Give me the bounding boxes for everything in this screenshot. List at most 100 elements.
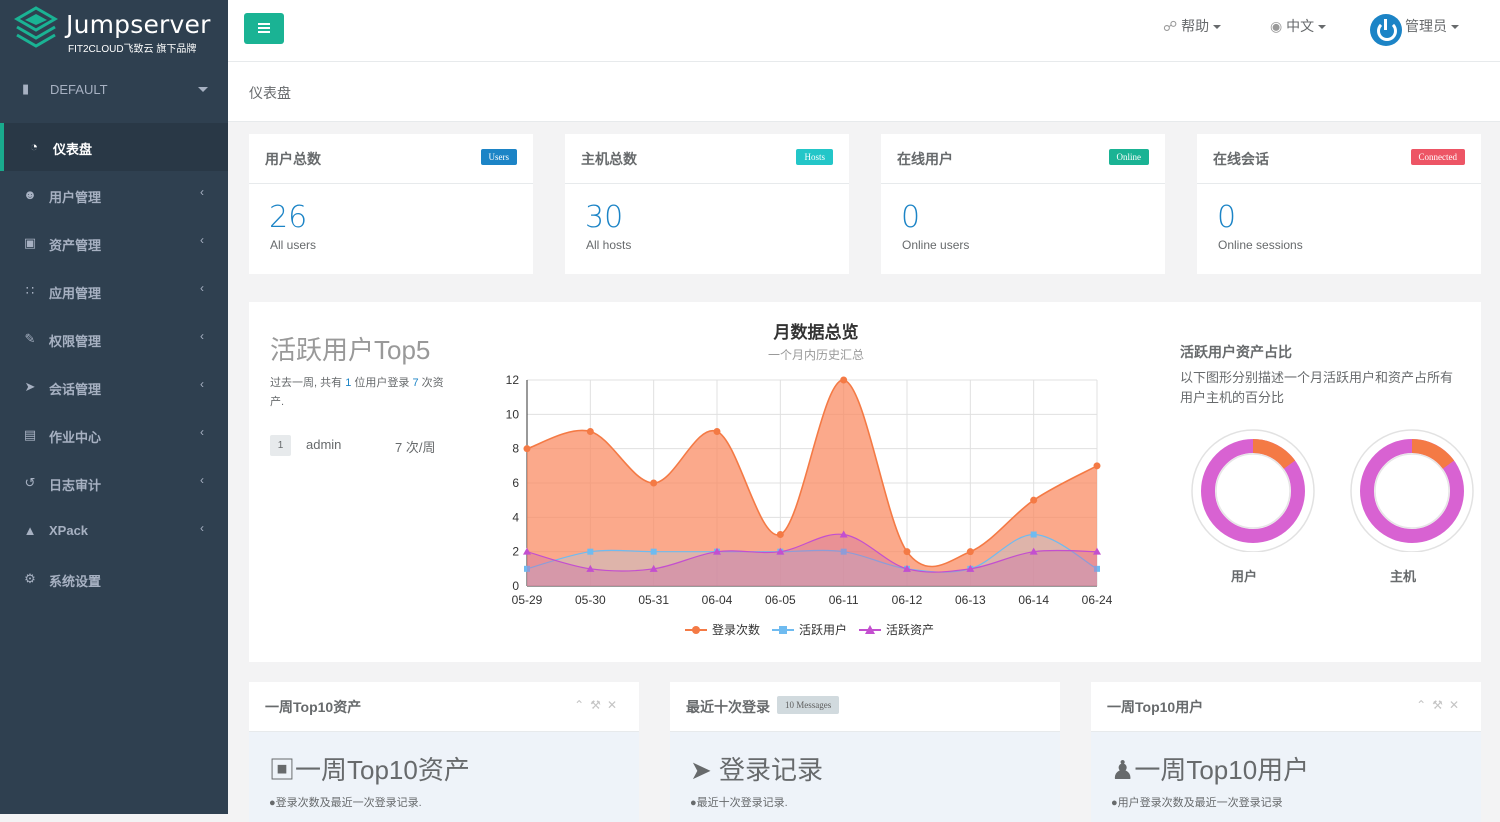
x-tick-label: 06-04 bbox=[702, 593, 733, 607]
chart-subtitle: 一个月内历史汇总 bbox=[768, 348, 864, 362]
box-title: 一周Top10用户 bbox=[1107, 699, 1204, 715]
collapse-icon[interactable]: ⌃ bbox=[574, 698, 590, 712]
language-menu[interactable]: ◉ 中文 bbox=[1270, 16, 1327, 36]
box-heading: ➤ 登录记录 bbox=[690, 750, 823, 787]
sidebar-item-applications[interactable]: ∷ 应用管理 ‹ bbox=[0, 267, 228, 315]
card-subtitle: Online sessions bbox=[1218, 238, 1303, 252]
data-point bbox=[1093, 462, 1101, 470]
data-point bbox=[523, 445, 531, 453]
data-point bbox=[713, 428, 721, 435]
sidebar-item-label: 日志审计 bbox=[49, 478, 102, 493]
map-marker-icon: ● bbox=[1111, 797, 1118, 809]
edit-icon: ✎ bbox=[24, 331, 36, 346]
box-description: ●最近十次登录记录. bbox=[690, 794, 788, 810]
sidebar-item-settings[interactable]: ⚙ 系统设置 bbox=[0, 555, 228, 603]
server-icon: ▤ bbox=[23, 427, 37, 442]
sitemap-icon: ▲ bbox=[23, 523, 37, 538]
x-tick-label: 06-24 bbox=[1082, 593, 1113, 607]
hosts-badge: Hosts bbox=[796, 149, 833, 165]
sidebar-item-permissions[interactable]: ✎ 权限管理 ‹ bbox=[0, 315, 228, 363]
jumpserver-logo-icon bbox=[14, 6, 58, 48]
pie-label-hosts: 主机 bbox=[1390, 569, 1417, 584]
asset-ratio-pies bbox=[1191, 429, 1474, 552]
language-label: 中文 bbox=[1286, 18, 1315, 34]
page-title: 仪表盘 bbox=[249, 85, 291, 101]
card-value: 0 bbox=[1217, 200, 1237, 235]
card-subtitle: Online users bbox=[902, 238, 970, 252]
menu-toggle-button[interactable] bbox=[244, 13, 284, 44]
sidebar-item-users[interactable]: ☻ 用户管理 ‹ bbox=[0, 171, 228, 219]
box-tools: ⌃⚒✕ bbox=[1416, 698, 1465, 712]
box-tools: ⌃⚒✕ bbox=[574, 698, 623, 712]
login-count: 7 次/周 bbox=[395, 440, 436, 455]
sidebar-item-label: XPack bbox=[49, 523, 89, 538]
card-subtitle: All users bbox=[270, 238, 317, 252]
sidebar-item-xpack[interactable]: ▲ XPack ‹ bbox=[0, 507, 228, 555]
help-menu[interactable]: ☍ 帮助 bbox=[1163, 16, 1222, 36]
box-heading-text: 一周Top10用户 bbox=[1134, 755, 1310, 785]
logo[interactable]: Jumpserver FIT2CLOUD飞致云 旗下品牌 bbox=[14, 6, 224, 56]
chart-title: 月数据总览 bbox=[773, 322, 859, 342]
chevron-left-icon: ‹ bbox=[200, 377, 204, 391]
user-icon: ♟ bbox=[1111, 755, 1135, 785]
card-value: 0 bbox=[901, 200, 921, 235]
user-name: 管理员 bbox=[1405, 18, 1447, 34]
stat-card-hosts: 主机总数 Hosts 30 All hosts bbox=[565, 134, 849, 274]
close-icon[interactable]: ✕ bbox=[1449, 698, 1465, 712]
box-heading: ▣一周Top10资产 bbox=[269, 750, 470, 787]
y-tick-label: 6 bbox=[512, 476, 519, 490]
user-menu[interactable]: 管理员 bbox=[1405, 16, 1459, 36]
handshake-icon: ☍ bbox=[1163, 18, 1178, 34]
close-icon[interactable]: ✕ bbox=[607, 698, 623, 712]
stat-card-users: 用户总数 Users 26 All users bbox=[249, 134, 533, 274]
box-title: 一周Top10资产 bbox=[265, 699, 362, 715]
wrench-icon[interactable]: ⚒ bbox=[1432, 698, 1449, 712]
sidebar-item-audit[interactable]: ↺ 日志审计 ‹ bbox=[0, 459, 228, 507]
desc-asset-count: 7 bbox=[412, 377, 419, 389]
avatar[interactable] bbox=[1370, 14, 1402, 46]
top-navbar: ☍ 帮助 ◉ 中文 管理员 bbox=[228, 0, 1500, 62]
caret-down-icon bbox=[1318, 25, 1327, 30]
sidebar-item-jobs[interactable]: ▤ 作业中心 ‹ bbox=[0, 411, 228, 459]
y-tick-label: 8 bbox=[512, 442, 519, 456]
data-point bbox=[650, 479, 658, 487]
x-tick-label: 06-12 bbox=[892, 593, 923, 607]
chevron-left-icon: ‹ bbox=[200, 185, 204, 199]
overview-panel: 活跃用户Top5 过去一周, 共有 1 位用户登录 7 次资产. 1 admin… bbox=[249, 302, 1481, 662]
box-description: ●用户登录次数及最近一次登录记录 bbox=[1111, 794, 1283, 810]
hamburger-line bbox=[258, 31, 270, 33]
card-title: 在线会话 bbox=[1213, 151, 1269, 167]
paper-plane-icon: ➤ bbox=[690, 755, 712, 785]
pie-description: 以下图形分别描述一个月活跃用户和资产占所有用户主机的百分比 bbox=[1180, 370, 1454, 405]
users-icon: ☻ bbox=[23, 187, 37, 202]
pie-label-users: 用户 bbox=[1231, 569, 1258, 584]
brand-subtitle: FIT2CLOUD飞致云 旗下品牌 bbox=[68, 44, 197, 55]
chevron-left-icon: ‹ bbox=[200, 473, 204, 487]
box-description-text: 用户登录次数及最近一次登录记录 bbox=[1117, 797, 1283, 809]
x-tick-label: 06-13 bbox=[955, 593, 986, 607]
chevron-left-icon: ‹ bbox=[200, 329, 204, 343]
user-name: admin bbox=[306, 437, 342, 452]
top5-title: 活跃用户Top5 bbox=[270, 335, 431, 365]
collapse-icon[interactable]: ⌃ bbox=[1416, 698, 1432, 712]
sidebar-item-assets[interactable]: ▣ 资产管理 ‹ bbox=[0, 219, 228, 267]
messages-badge: 10 Messages bbox=[777, 696, 840, 714]
list-item: 1 admin 7 次/周 bbox=[270, 434, 470, 456]
hamburger-line bbox=[258, 27, 270, 29]
legend-label: 登录次数 bbox=[712, 622, 760, 637]
desc-text: 过去一周, 共有 bbox=[270, 377, 343, 389]
sidebar-item-label: 作业中心 bbox=[49, 430, 102, 445]
y-tick-label: 4 bbox=[512, 510, 519, 524]
pie-title: 活跃用户资产占比 bbox=[1180, 344, 1292, 360]
sidebar-item-sessions[interactable]: ➤ 会话管理 ‹ bbox=[0, 363, 228, 411]
org-selector[interactable]: ▮ DEFAULT bbox=[0, 68, 228, 110]
x-tick-label: 05-30 bbox=[575, 593, 606, 607]
y-tick-label: 12 bbox=[506, 373, 520, 387]
wrench-icon[interactable]: ⚒ bbox=[590, 698, 607, 712]
chevron-left-icon: ‹ bbox=[200, 281, 204, 295]
breadcrumb: 仪表盘 bbox=[228, 62, 1500, 122]
chevron-left-icon: ‹ bbox=[200, 521, 204, 535]
sidebar-item-dashboard[interactable]: ◔ 仪表盘 bbox=[0, 123, 228, 171]
data-point bbox=[840, 376, 848, 384]
connected-badge: Connected bbox=[1410, 149, 1465, 165]
